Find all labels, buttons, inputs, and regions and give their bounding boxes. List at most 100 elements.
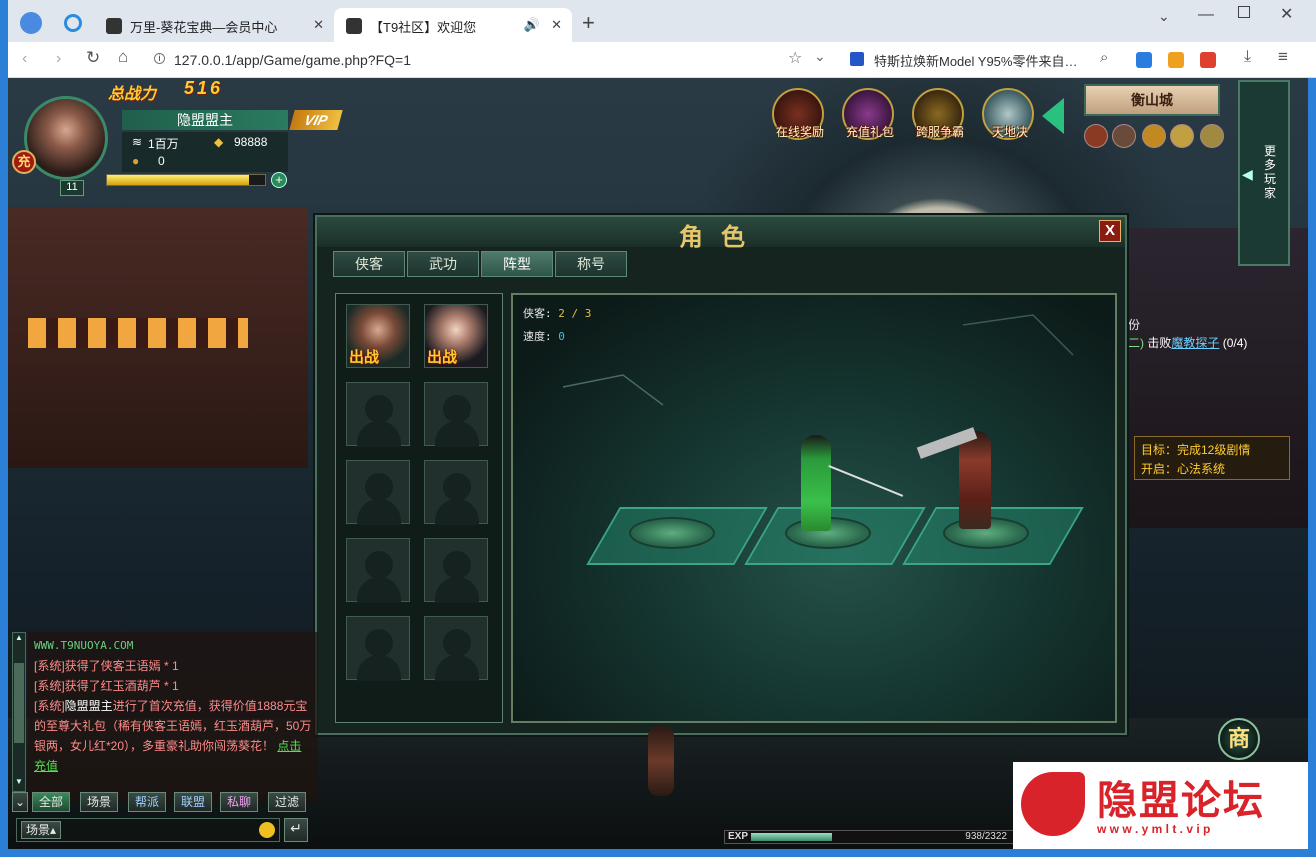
game-viewport[interactable]: 充 11 总战力 516 隐盟盟主 VIP ≋ 1百万 ◆ 98888 ● 0 … <box>8 78 1308 849</box>
close-panel-button[interactable]: X <box>1099 220 1121 242</box>
cross-server-button[interactable]: 跨服争霸 <box>912 88 964 140</box>
tab-dropdown-icon[interactable]: ⌄ <box>1158 8 1170 25</box>
collapse-arrow-icon[interactable] <box>1042 98 1064 134</box>
collapse-chat-icon[interactable]: ⌄ <box>12 792 28 812</box>
close-tab-icon[interactable]: ✕ <box>551 17 562 33</box>
speaker-icon[interactable]: 🔊 <box>524 17 540 33</box>
friends-icon[interactable] <box>1200 124 1224 148</box>
player-character[interactable] <box>648 726 674 796</box>
profile-icon[interactable] <box>20 12 42 34</box>
lit-windows <box>28 318 248 348</box>
search-icon[interactable]: ⌕ <box>1100 49 1108 66</box>
filter-button[interactable]: 过滤 <box>268 792 306 812</box>
empty-hero-slot[interactable] <box>346 460 410 525</box>
scroll-thumb[interactable] <box>14 663 24 743</box>
empty-hero-slot[interactable] <box>424 382 488 447</box>
channel-guild[interactable]: 帮派 <box>128 792 166 812</box>
formation-area: 侠客: 2 / 3 速度: 0 <box>511 293 1117 723</box>
quest-line[interactable]: 二) 击败魔教探子 (0/4) <box>1128 334 1247 351</box>
deploy-label: 出战 <box>427 349 458 366</box>
search-suggestion[interactable]: 特斯拉焕新Model Y95%零件来自… <box>874 51 1077 70</box>
chat-player-name[interactable]: 隐盟盟主 <box>65 699 113 713</box>
sidebar-arrow-icon[interactable]: ◀ <box>1242 166 1253 183</box>
level-badge: 11 <box>60 180 84 196</box>
forward-icon[interactable]: › <box>56 50 61 68</box>
tab-t9-community[interactable]: 【T9社区】欢迎您 🔊 ✕ <box>334 8 572 42</box>
close-tab-icon[interactable]: ✕ <box>313 17 324 33</box>
hero-roster: 出战 出战 <box>335 293 503 723</box>
eye-icon[interactable] <box>1112 124 1136 148</box>
shop-button[interactable]: 商 <box>1218 718 1260 760</box>
add-icon[interactable]: + <box>271 172 287 188</box>
maximize-icon[interactable] <box>1238 6 1250 18</box>
chat-input[interactable]: 场景▴ <box>16 818 280 842</box>
send-icon[interactable]: ↵ <box>284 818 308 842</box>
city-label[interactable]: 衡山城 <box>1084 84 1220 116</box>
empty-hero-slot[interactable] <box>346 538 410 603</box>
quest-target-link[interactable]: 魔教探子 <box>1171 336 1219 350</box>
back-icon[interactable]: ‹ <box>22 50 27 68</box>
close-window-icon[interactable]: ✕ <box>1280 4 1293 24</box>
online-reward-label: 在线奖励 <box>775 125 824 139</box>
gift-icon[interactable] <box>1084 124 1108 148</box>
male-hero-figure[interactable] <box>959 431 991 529</box>
silhouette-icon <box>435 499 479 525</box>
scroll-down-icon[interactable]: ▼ <box>13 777 25 791</box>
recharge-button[interactable]: 充 <box>12 150 36 174</box>
emoji-icon[interactable] <box>259 822 275 838</box>
tab-titles[interactable]: 称号 <box>555 251 627 277</box>
panel-title: 角色 <box>317 217 1125 251</box>
star-icon[interactable]: ☆ <box>788 48 802 68</box>
forum-name: 隐盟论坛 <box>1097 779 1265 823</box>
home-icon[interactable]: ⌂ <box>118 47 128 67</box>
forum-url: w w w . y m l t . v i p <box>1097 822 1211 836</box>
lightning-icon[interactable] <box>1142 124 1166 148</box>
reload-icon[interactable]: ↻ <box>86 48 100 68</box>
hero-slot-1[interactable]: 出战 <box>346 304 410 368</box>
new-tab-icon[interactable]: + <box>582 10 595 36</box>
empty-hero-slot[interactable] <box>424 616 488 681</box>
tab-formation[interactable]: 阵型 <box>481 251 553 277</box>
channel-all[interactable]: 全部 <box>32 792 70 812</box>
minimize-icon[interactable]: — <box>1198 6 1214 24</box>
extension-icon-3[interactable] <box>1200 52 1216 68</box>
url-text: 127.0.0.1/app/Game/game.php?FQ=1 <box>174 52 411 68</box>
exp-label: EXP <box>728 831 749 842</box>
chat-site: WWW.T9NUOYA.COM <box>34 639 134 652</box>
info-icon[interactable]: i <box>154 53 165 64</box>
url-dropdown-icon[interactable]: ⌄ <box>814 48 826 65</box>
tiandi-button[interactable]: 天地决 <box>982 88 1034 140</box>
chat-scrollbar[interactable]: ▲ ▼ <box>12 632 26 792</box>
player-avatar[interactable] <box>24 96 108 180</box>
tab-martial-arts[interactable]: 武功 <box>407 251 479 277</box>
extension-icon-2[interactable] <box>1168 52 1184 68</box>
vip-badge[interactable]: VIP <box>289 110 343 130</box>
input-channel-label: 场景 <box>25 823 50 837</box>
health-bar-fill <box>107 175 250 185</box>
empty-hero-slot[interactable] <box>346 616 410 681</box>
recharge-gift-button[interactable]: 充值礼包 <box>842 88 894 140</box>
tab-heroes[interactable]: 侠客 <box>333 251 405 277</box>
empty-hero-slot[interactable] <box>424 460 488 525</box>
browser-window: 万里-葵花宝典—会员中心 ✕ 【T9社区】欢迎您 🔊 ✕ + ⌄ — ✕ ‹ ›… <box>0 0 1316 857</box>
address-bar[interactable]: i 127.0.0.1/app/Game/game.php?FQ=1 <box>154 48 844 72</box>
more-players-sidebar[interactable]: ◀ 更多玩家 <box>1238 80 1290 266</box>
online-reward-button[interactable]: 在线奖励 <box>772 88 824 140</box>
scroll-up-icon[interactable]: ▲ <box>13 633 25 647</box>
female-hero-figure[interactable] <box>801 435 831 531</box>
menu-icon[interactable]: ≡ <box>1278 47 1288 67</box>
channel-private[interactable]: 私聊 <box>220 792 258 812</box>
channel-scene[interactable]: 场景 <box>80 792 118 812</box>
music-icon[interactable] <box>1170 124 1194 148</box>
empty-hero-slot[interactable] <box>346 382 410 447</box>
channel-alliance[interactable]: 联盟 <box>174 792 212 812</box>
hero-slot-2[interactable]: 出战 <box>424 304 488 368</box>
empty-hero-slot[interactable] <box>424 538 488 603</box>
tab-member-center[interactable]: 万里-葵花宝典—会员中心 ✕ <box>94 8 334 42</box>
input-channel-select[interactable]: 场景▴ <box>21 821 61 839</box>
extension-icon-1[interactable] <box>1136 52 1152 68</box>
goal-panel[interactable]: 目标：完成12级剧情 开启：心法系统 <box>1134 436 1290 480</box>
browser-logo-icon[interactable] <box>64 14 82 32</box>
download-icon[interactable]: ⤓ <box>1244 48 1251 66</box>
forum-logo-icon <box>1021 772 1085 836</box>
